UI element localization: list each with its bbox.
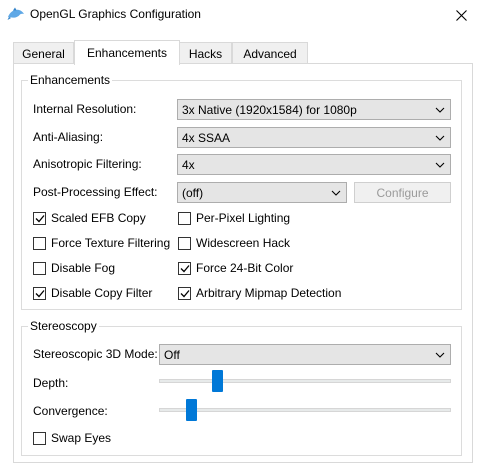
checkmark-icon bbox=[35, 289, 44, 297]
depth-slider[interactable] bbox=[159, 370, 451, 392]
checkbox-box[interactable] bbox=[33, 236, 46, 250]
disable-copy-filter-checkbox[interactable]: Disable Copy Filter bbox=[33, 285, 152, 301]
tab-bar: General Enhancements Hacks Advanced bbox=[13, 40, 473, 65]
checkbox-label: Arbitrary Mipmap Detection bbox=[196, 286, 342, 300]
anti-aliasing-value: 4x SSAA bbox=[182, 130, 231, 145]
tab-advanced[interactable]: Advanced bbox=[232, 42, 308, 64]
group-title: Enhancements bbox=[28, 73, 113, 87]
checkbox-label: Swap Eyes bbox=[51, 431, 112, 445]
force-texture-filtering-checkbox[interactable]: Force Texture Filtering bbox=[33, 235, 170, 251]
checkbox-box[interactable] bbox=[178, 211, 191, 225]
configure-button[interactable]: Configure bbox=[354, 182, 451, 203]
internal-resolution-select[interactable]: 3x Native (1920x1584) for 1080p bbox=[177, 99, 451, 120]
tab-hacks[interactable]: Hacks bbox=[179, 42, 232, 64]
close-icon bbox=[455, 9, 467, 21]
slider-track bbox=[159, 379, 451, 383]
checkbox-box[interactable] bbox=[178, 261, 191, 275]
dolphin-icon bbox=[7, 7, 24, 20]
checkbox-label: Disable Copy Filter bbox=[51, 286, 153, 300]
scaled-efb-copy-checkbox[interactable]: Scaled EFB Copy bbox=[33, 210, 146, 226]
slider-thumb[interactable] bbox=[212, 370, 224, 392]
enhancements-group: Enhancements Internal Resolution: 3x Nat… bbox=[21, 73, 462, 310]
stereoscopic-mode-value: Off bbox=[164, 347, 180, 362]
checkmark-icon bbox=[180, 264, 189, 272]
post-processing-label: Post-Processing Effect: bbox=[33, 185, 158, 199]
stereoscopic-mode-select[interactable]: Off bbox=[159, 344, 451, 365]
tab-panel-enhancements: Enhancements Internal Resolution: 3x Nat… bbox=[13, 63, 473, 463]
tab-enhancements[interactable]: Enhancements bbox=[74, 40, 180, 65]
depth-label: Depth: bbox=[33, 376, 69, 390]
checkbox-label: Force 24-Bit Color bbox=[196, 261, 294, 275]
checkbox-box[interactable] bbox=[178, 236, 191, 250]
checkbox-label: Scaled EFB Copy bbox=[51, 211, 146, 225]
widescreen-hack-checkbox[interactable]: Widescreen Hack bbox=[178, 235, 290, 251]
window-title: OpenGL Graphics Configuration bbox=[30, 7, 201, 21]
checkbox-box[interactable] bbox=[178, 286, 191, 300]
internal-resolution-value: 3x Native (1920x1584) for 1080p bbox=[182, 102, 357, 117]
post-processing-value: (off) bbox=[182, 185, 204, 200]
internal-resolution-label: Internal Resolution: bbox=[33, 102, 137, 116]
stereoscopic-mode-label: Stereoscopic 3D Mode: bbox=[33, 347, 158, 361]
tab-general[interactable]: General bbox=[13, 42, 74, 64]
chevron-down-icon bbox=[435, 162, 445, 168]
checkbox-label: Force Texture Filtering bbox=[51, 236, 171, 250]
tab-label: Advanced bbox=[243, 46, 297, 61]
post-processing-select[interactable]: (off) bbox=[177, 182, 347, 203]
chevron-down-icon bbox=[435, 107, 445, 113]
convergence-slider[interactable] bbox=[159, 399, 451, 421]
checkbox-box[interactable] bbox=[33, 211, 46, 225]
title-bar: OpenGL Graphics Configuration bbox=[0, 0, 483, 30]
tab-label: General bbox=[22, 46, 65, 61]
checkbox-label: Widescreen Hack bbox=[196, 236, 291, 250]
swap-eyes-checkbox[interactable]: Swap Eyes bbox=[33, 430, 111, 446]
checkbox-box[interactable] bbox=[33, 286, 46, 300]
slider-thumb[interactable] bbox=[186, 399, 198, 421]
chevron-down-icon bbox=[435, 352, 445, 358]
checkbox-label: Disable Fog bbox=[51, 261, 116, 275]
window: OpenGL Graphics Configuration General En… bbox=[0, 0, 483, 466]
checkbox-label: Per-Pixel Lighting bbox=[196, 211, 291, 225]
disable-fog-checkbox[interactable]: Disable Fog bbox=[33, 260, 115, 276]
anisotropic-filtering-select[interactable]: 4x bbox=[177, 154, 451, 175]
convergence-label: Convergence: bbox=[33, 404, 108, 418]
per-pixel-lighting-checkbox[interactable]: Per-Pixel Lighting bbox=[178, 210, 290, 226]
slider-track bbox=[159, 408, 451, 412]
anisotropic-filtering-value: 4x bbox=[182, 157, 195, 172]
tab-label: Hacks bbox=[188, 46, 223, 61]
group-title: Stereoscopy bbox=[28, 319, 99, 333]
chevron-down-icon bbox=[435, 135, 445, 141]
anti-aliasing-select[interactable]: 4x SSAA bbox=[177, 127, 451, 148]
checkmark-icon bbox=[35, 214, 44, 222]
arbitrary-mipmap-detection-checkbox[interactable]: Arbitrary Mipmap Detection bbox=[178, 285, 341, 301]
checkmark-icon bbox=[180, 289, 189, 297]
stereoscopy-group: Stereoscopy Stereoscopic 3D Mode: Off De… bbox=[21, 319, 462, 456]
checkbox-box[interactable] bbox=[33, 261, 46, 275]
anisotropic-filtering-label: Anisotropic Filtering: bbox=[33, 157, 142, 171]
checkbox-box[interactable] bbox=[33, 431, 46, 445]
chevron-down-icon bbox=[331, 190, 341, 196]
tab-label: Enhancements bbox=[86, 46, 168, 60]
force-24-bit-color-checkbox[interactable]: Force 24-Bit Color bbox=[178, 260, 293, 276]
close-button[interactable] bbox=[439, 0, 483, 30]
configure-button-label: Configure bbox=[376, 185, 429, 200]
anti-aliasing-label: Anti-Aliasing: bbox=[33, 130, 104, 144]
